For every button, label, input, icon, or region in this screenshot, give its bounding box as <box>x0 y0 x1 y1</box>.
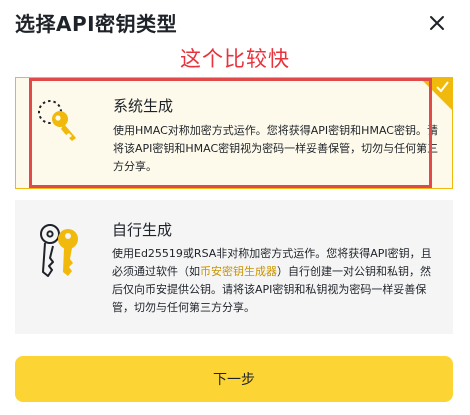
key-generator-link[interactable]: 币安密钥生成器 <box>200 265 277 278</box>
keys-icon <box>40 224 78 277</box>
close-icon[interactable] <box>426 12 448 34</box>
option-self-generated[interactable]: 自行生成 使用Ed25519或RSA非对称加密方式运作。您将获得API密钥，且必… <box>15 200 453 334</box>
option-system-generated[interactable]: 系统生成 使用HMAC对称加密方式运作。您将获得API密钥和HMAC密钥。请将该… <box>15 77 453 189</box>
checkmark-icon <box>436 81 449 93</box>
key-icon <box>38 100 76 141</box>
page-title: 选择API密钥类型 <box>15 12 178 36</box>
annotation-note: 这个比较快 <box>180 47 290 71</box>
option-description: 使用HMAC对称加密方式运作。您将获得API密钥和HMAC密钥。请将该API密钥… <box>113 124 439 173</box>
option-title: 系统生成 <box>113 97 174 115</box>
option-description: 使用Ed25519或RSA非对称加密方式运作。您将获得API密钥，且必须通过软件… <box>112 245 438 317</box>
next-button[interactable]: 下一步 <box>15 356 453 402</box>
option-title: 自行生成 <box>112 221 173 239</box>
